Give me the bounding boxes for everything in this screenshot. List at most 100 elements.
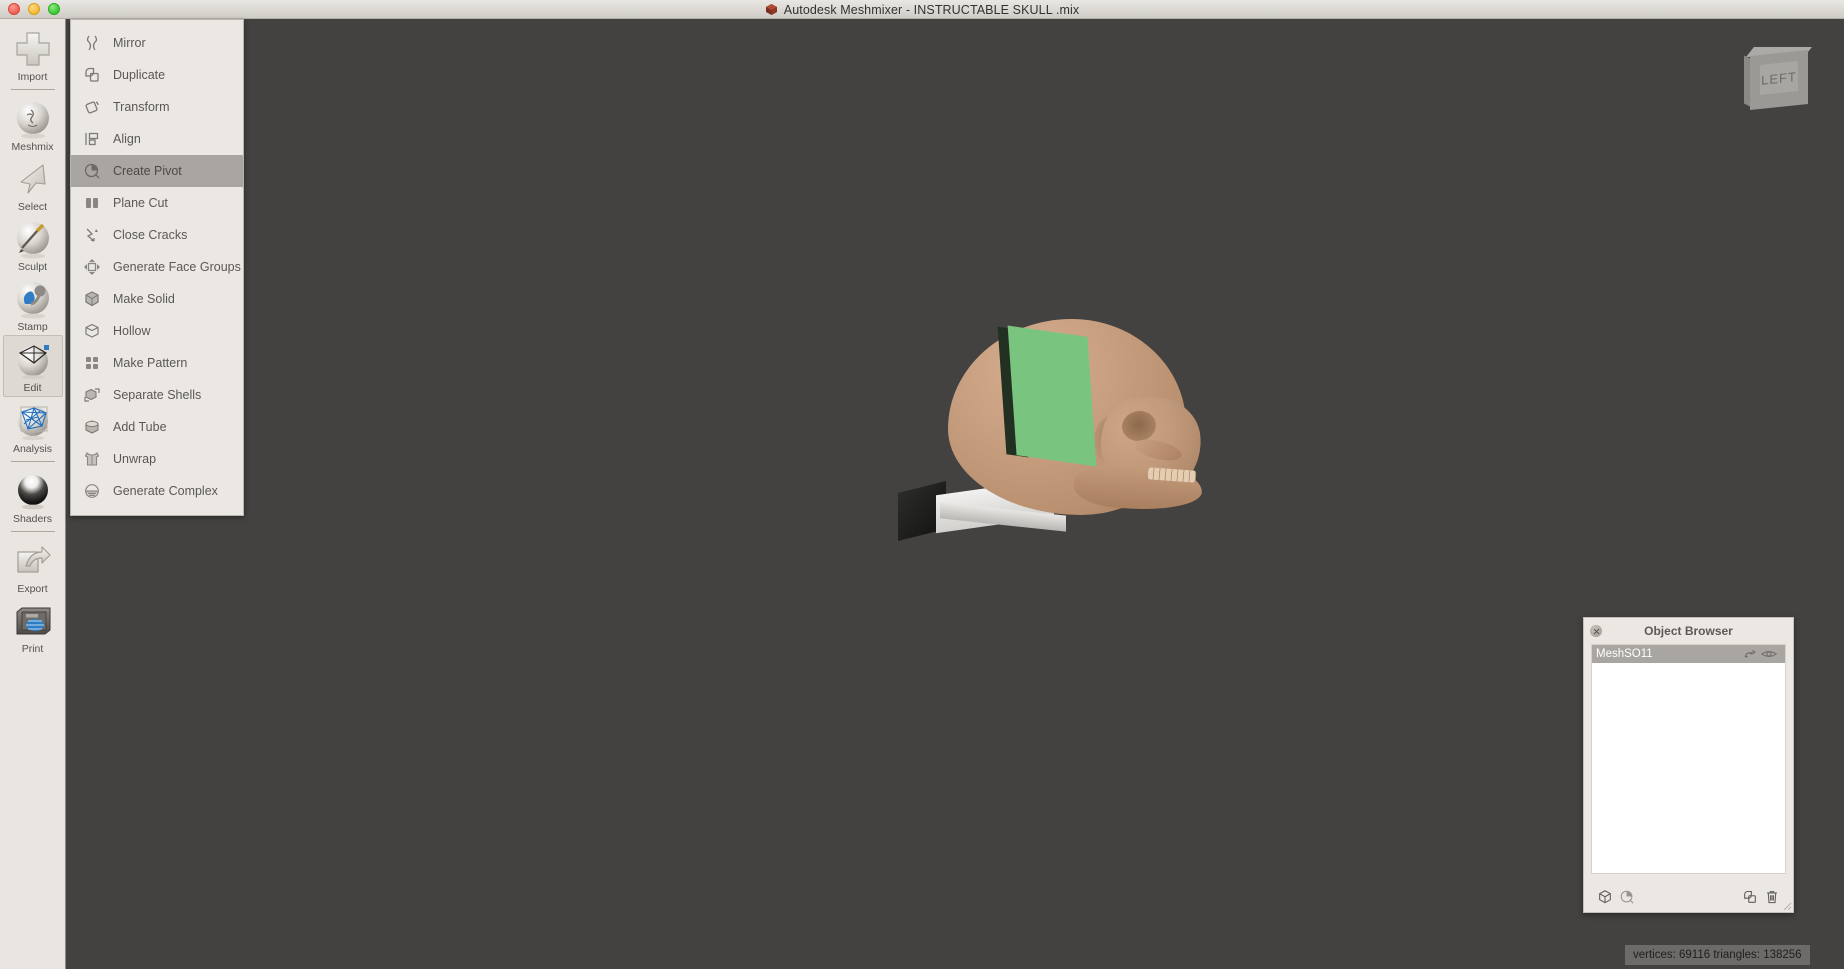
- pivot-icon: [81, 160, 103, 182]
- wireframe-sphere-icon: [12, 400, 54, 442]
- menu-item-make-solid[interactable]: Make Solid: [71, 283, 243, 315]
- menu-item-make-pattern[interactable]: Make Pattern: [71, 347, 243, 379]
- menu-item-duplicate[interactable]: Duplicate: [71, 59, 243, 91]
- make-solid-icon: [81, 288, 103, 310]
- menu-label: Add Tube: [113, 420, 167, 434]
- menu-item-hollow[interactable]: Hollow: [71, 315, 243, 347]
- hollow-icon: [81, 320, 103, 342]
- meshmixer-logo-icon: [765, 3, 778, 16]
- menu-item-create-pivot[interactable]: Create Pivot: [71, 155, 243, 187]
- rail-label: Shaders: [12, 513, 53, 525]
- menu-item-mirror[interactable]: Mirror: [71, 27, 243, 59]
- menu-label: Generate Complex: [113, 484, 218, 498]
- printer-icon: [12, 600, 54, 642]
- rail-item-print[interactable]: Print: [3, 597, 63, 657]
- menu-label: Plane Cut: [113, 196, 168, 210]
- menu-item-align[interactable]: Align: [71, 123, 243, 155]
- shaded-sphere-icon: [12, 470, 54, 512]
- title-bar: Autodesk Meshmixer - INSTRUCTABLE SKULL …: [0, 0, 1844, 19]
- rail-separator: [10, 461, 55, 462]
- add-tube-icon: [81, 416, 103, 438]
- zoom-button[interactable]: [48, 3, 60, 15]
- rail-label: Sculpt: [17, 261, 48, 273]
- cube-icon[interactable]: [1594, 887, 1616, 907]
- menu-item-plane-cut[interactable]: Plane Cut: [71, 187, 243, 219]
- rail-label: Select: [17, 201, 48, 213]
- edit-menu-panel: Mirror Duplicate Transform Align Create …: [70, 19, 244, 516]
- unwrap-icon: [81, 448, 103, 470]
- rail-label: Print: [21, 643, 44, 655]
- menu-label: Make Solid: [113, 292, 175, 306]
- object-browser-footer: [1584, 882, 1793, 912]
- menu-item-unwrap[interactable]: Unwrap: [71, 443, 243, 475]
- duplicate-icon[interactable]: [1739, 887, 1761, 907]
- rail-item-import[interactable]: Import: [3, 25, 63, 85]
- object-list[interactable]: MeshSO11: [1591, 644, 1786, 874]
- close-cracks-icon: [81, 224, 103, 246]
- rail-label: Analysis: [12, 443, 53, 455]
- plane-cut-icon: [81, 192, 103, 214]
- rail-label: Edit: [23, 382, 42, 394]
- menu-item-add-tube[interactable]: Add Tube: [71, 411, 243, 443]
- magnet-icon[interactable]: [1739, 647, 1759, 661]
- rail-item-sculpt[interactable]: Sculpt: [3, 215, 63, 275]
- menu-label: Transform: [113, 100, 170, 114]
- object-browser-panel: Object Browser MeshSO11: [1583, 617, 1794, 913]
- window-title: Autodesk Meshmixer - INSTRUCTABLE SKULL …: [783, 2, 1080, 17]
- mirror-icon: [81, 32, 103, 54]
- menu-label: Mirror: [113, 36, 146, 50]
- menu-item-separate-shells[interactable]: Separate Shells: [71, 379, 243, 411]
- viewport-3d[interactable]: LEFT: [66, 19, 1844, 969]
- plus-icon: [12, 28, 54, 70]
- rail-label: Export: [17, 583, 48, 595]
- rail-separator: [10, 89, 55, 90]
- face-sphere-icon: [12, 98, 54, 140]
- export-arrow-icon: [12, 540, 54, 582]
- rail-item-meshmix[interactable]: Meshmix: [3, 95, 63, 155]
- menu-label: Create Pivot: [113, 164, 182, 178]
- rail-item-analysis[interactable]: Analysis: [3, 397, 63, 457]
- mesh-sphere-icon: [12, 339, 54, 381]
- generate-complex-icon: [81, 480, 103, 502]
- object-list-row[interactable]: MeshSO11: [1592, 645, 1785, 663]
- rail-label: Stamp: [17, 321, 48, 333]
- rail-item-select[interactable]: Select: [3, 155, 63, 215]
- rail-label: Import: [17, 71, 48, 83]
- duplicate-icon: [81, 64, 103, 86]
- rail-item-edit[interactable]: Edit: [2, 335, 63, 397]
- skull-mesh[interactable]: [898, 319, 1276, 569]
- view-cube-label: LEFT: [1761, 68, 1797, 88]
- menu-item-generate-complex[interactable]: Generate Complex: [71, 475, 243, 507]
- rail-item-export[interactable]: Export: [3, 537, 63, 597]
- rail-label: Meshmix: [11, 141, 54, 153]
- cursor-arrow-icon: [12, 158, 54, 200]
- face-groups-icon: [81, 256, 103, 278]
- window-controls: [8, 3, 60, 15]
- tool-rail: Import Meshmix Select Sculpt Stamp Edit …: [0, 19, 66, 969]
- menu-label: Hollow: [113, 324, 151, 338]
- pivot-plane[interactable]: [1007, 325, 1097, 467]
- menu-label: Make Pattern: [113, 356, 188, 370]
- pivot-icon[interactable]: [1616, 887, 1638, 907]
- menu-label: Unwrap: [113, 452, 157, 466]
- menu-label: Close Cracks: [113, 228, 188, 242]
- close-button[interactable]: [8, 3, 20, 15]
- menu-item-transform[interactable]: Transform: [71, 91, 243, 123]
- menu-label: Generate Face Groups: [113, 260, 241, 274]
- menu-item-close-cracks[interactable]: Close Cracks: [71, 219, 243, 251]
- meshmixer-window: Autodesk Meshmixer - INSTRUCTABLE SKULL …: [0, 0, 1844, 969]
- rail-item-shaders[interactable]: Shaders: [3, 467, 63, 527]
- menu-item-generate-face-groups[interactable]: Generate Face Groups: [71, 251, 243, 283]
- menu-label: Separate Shells: [113, 388, 202, 402]
- status-bar: vertices: 69116 triangles: 138256: [1625, 945, 1810, 965]
- eye-visible-icon[interactable]: [1759, 648, 1779, 660]
- close-icon[interactable]: [1590, 625, 1602, 637]
- rail-item-stamp[interactable]: Stamp: [3, 275, 63, 335]
- separate-shells-icon: [81, 384, 103, 406]
- view-cube-label-plate[interactable]: LEFT: [1760, 61, 1798, 95]
- title-center: Autodesk Meshmixer - INSTRUCTABLE SKULL …: [0, 0, 1844, 19]
- make-pattern-icon: [81, 352, 103, 374]
- minimize-button[interactable]: [28, 3, 40, 15]
- resize-grip-icon[interactable]: [1780, 899, 1792, 911]
- view-cube[interactable]: LEFT: [1744, 47, 1822, 111]
